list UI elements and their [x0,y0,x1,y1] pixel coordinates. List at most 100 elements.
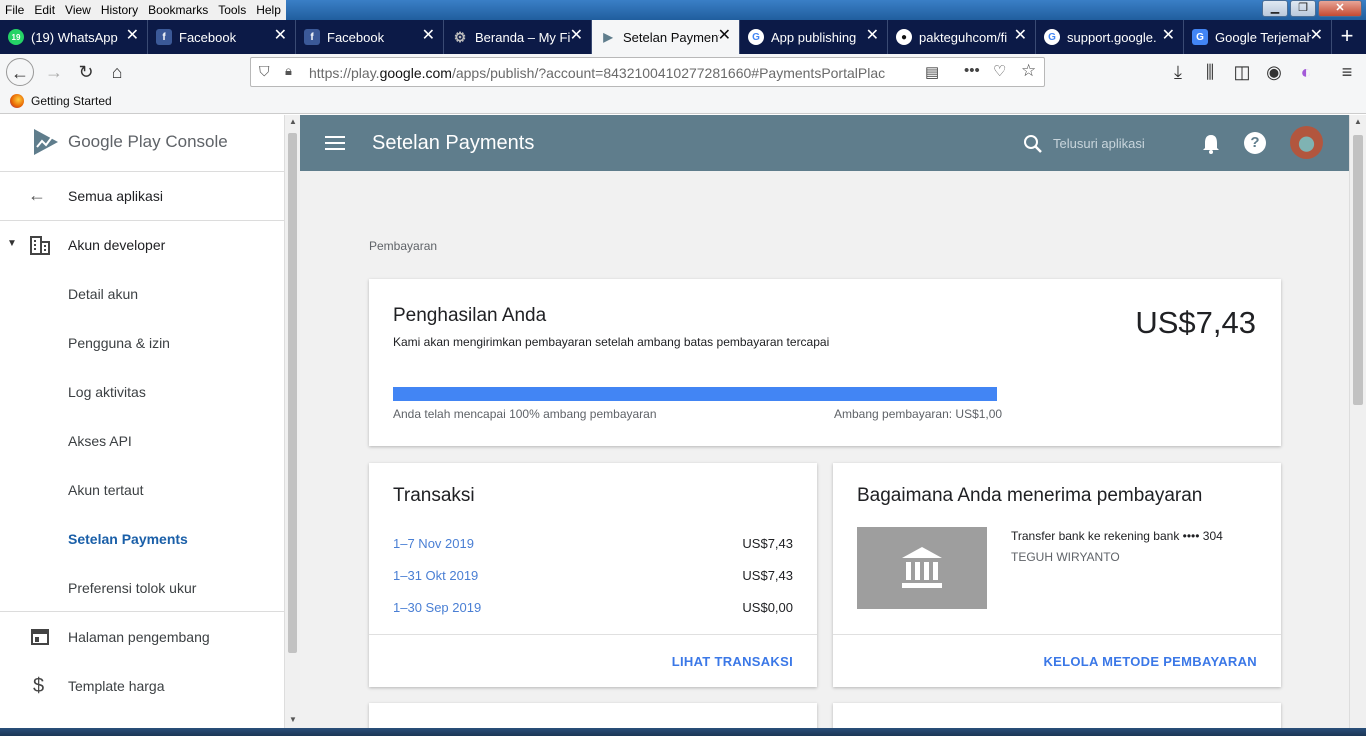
translate-icon: G [1192,29,1208,45]
reload-button[interactable]: ↻ [72,58,100,86]
shield-icon[interactable]: ⛉ [259,63,270,80]
tab-facebook-2[interactable]: f Facebook ✕ [296,20,444,54]
tab-label: Setelan Payment [623,29,719,45]
transaction-period-link[interactable]: 1–31 Okt 2019 [393,568,478,583]
sidebar-item-developer-page[interactable]: Halaman pengembang [68,629,210,645]
tab-label: Beranda – My Fi [475,29,571,45]
scrollbar-thumb[interactable] [288,133,297,653]
transaction-amount: US$7,43 [742,536,793,551]
sidebar-item-developer-account[interactable]: Akun developer [68,237,165,253]
bell-icon[interactable] [1201,133,1221,155]
url-bar[interactable]: ⛉ 🔒︎ https://play.google.com/apps/publis… [250,57,1045,87]
play-console-logo[interactable]: Google Play Console [30,127,228,157]
breadcrumb: Pembayaran [369,239,438,253]
payment-method-card: Bagaimana Anda menerima pembayaran Trans… [833,463,1281,687]
scrollbar-thumb[interactable] [1353,135,1363,405]
sidebar-item-account-details[interactable]: Detail akun [68,286,138,302]
menu-tools[interactable]: Tools [213,0,251,20]
new-tab-button[interactable]: + [1332,20,1362,54]
reader-view-icon[interactable]: ▤ [925,63,939,81]
sidebar: Google Play Console ← Semua aplikasi ▼ A… [0,115,284,728]
scroll-up-icon[interactable]: ▲ [289,117,297,126]
transaction-amount: US$7,43 [742,568,793,583]
close-icon[interactable]: ✕ [1014,28,1027,44]
close-icon[interactable]: ✕ [866,28,879,44]
sidebar-item-all-apps[interactable]: Semua aplikasi [68,188,163,204]
avatar[interactable] [1290,126,1323,159]
tab-github[interactable]: ● pakteguhcom/fi ✕ [888,20,1036,54]
close-icon[interactable]: ✕ [570,28,583,44]
progress-bar [393,387,997,401]
main-scrollbar[interactable]: ▲ [1349,115,1366,728]
payment-method-text: Transfer bank ke rekening bank •••• 304 [1011,529,1223,543]
manage-payment-methods-button[interactable]: KELOLA METODE PEMBAYARAN [1043,654,1257,669]
menu-bookmarks[interactable]: Bookmarks [143,0,213,20]
sidebar-item-linked-accounts[interactable]: Akun tertaut [68,482,144,498]
maximize-icon[interactable]: ❐ [1290,0,1316,17]
menu-history[interactable]: History [96,0,143,20]
arrow-back-icon[interactable]: ← [28,185,46,206]
hamburger-icon[interactable] [325,136,345,150]
menu-view[interactable]: View [60,0,96,20]
sidebar-item-api-access[interactable]: Akses API [68,433,132,449]
close-icon[interactable]: ✕ [422,28,435,44]
tab-whatsapp[interactable]: 19 (19) WhatsApp ✕ [0,20,148,54]
scroll-up-icon[interactable]: ▲ [1354,117,1362,126]
pocket-icon[interactable]: ♡ [993,62,1006,80]
menu-edit[interactable]: Edit [29,0,60,20]
close-icon[interactable]: ✕ [274,28,287,44]
minimize-icon[interactable]: ▁ [1262,0,1288,17]
tab-label: (19) WhatsApp [31,29,118,45]
menu-file[interactable]: File [0,0,29,20]
transaction-period-link[interactable]: 1–7 Nov 2019 [393,536,474,551]
hamburger-menu-icon[interactable]: ≡ [1333,58,1361,86]
close-icon[interactable]: ✕ [1162,28,1175,44]
lock-icon[interactable]: 🔒︎ [285,63,292,79]
tab-beranda[interactable]: ⚙ Beranda – My Fi ✕ [444,20,592,54]
help-icon[interactable]: ? [1244,132,1266,154]
view-transactions-button[interactable]: LIHAT TRANSAKSI [672,654,793,669]
url-text[interactable]: https://play.google.com/apps/publish/?ac… [309,65,909,81]
sidebar-item-pricing-templates[interactable]: Template harga [68,678,165,694]
downloads-icon[interactable]: ⤓ [1164,58,1192,86]
close-icon[interactable]: ✕ [1310,28,1323,44]
account-icon[interactable]: ◉ [1260,58,1288,86]
app-bar: Setelan Payments Telusuri aplikasi ? [300,115,1349,171]
forward-button[interactable]: → [40,58,68,86]
sidebar-scrollbar[interactable]: ▲ ▼ [284,115,300,728]
transaction-period-link[interactable]: 1–30 Sep 2019 [393,600,481,615]
lower-card [369,703,817,728]
menu-help[interactable]: Help [251,0,286,20]
transactions-card: Transaksi 1–7 Nov 2019 US$7,43 1–31 Okt … [369,463,817,687]
caret-down-icon[interactable]: ▼ [7,238,17,249]
sidebar-toggle-icon[interactable]: ◫ [1228,58,1256,86]
library-icon[interactable]: ⫼ [1196,58,1224,86]
whatsapp-icon: 19 [8,29,24,45]
logo-text: Google Play Console [68,132,228,151]
tab-google-translate[interactable]: G Google Terjemah ✕ [1184,20,1332,54]
url-domain: google.com [379,65,452,81]
search-icon[interactable] [1023,134,1043,154]
tab-support-google[interactable]: G support.google. ✕ [1036,20,1184,54]
more-actions-icon[interactable]: ••• [964,62,980,79]
sidebar-item-activity-log[interactable]: Log aktivitas [68,384,146,400]
sidebar-item-users-permissions[interactable]: Pengguna & izin [68,335,170,351]
bank-icon [902,547,942,588]
github-icon: ● [896,29,912,45]
sidebar-item-payments-settings[interactable]: Setelan Payments [68,531,188,547]
search-input[interactable]: Telusuri aplikasi [1053,136,1145,151]
tab-setelan-payments[interactable]: ▶ Setelan Payment ✕ [592,20,740,54]
home-button[interactable]: ⌂ [103,58,131,86]
tab-app-publishing[interactable]: G App publishing ✕ [740,20,888,54]
back-button[interactable]: ← [6,58,34,86]
tab-facebook-1[interactable]: f Facebook ✕ [148,20,296,54]
scroll-down-icon[interactable]: ▼ [289,715,297,724]
google-icon: G [1044,29,1060,45]
extension-icon[interactable]: ◐ [1292,58,1320,86]
close-icon[interactable]: ✕ [126,28,139,44]
close-icon[interactable]: ✕ [718,28,731,44]
close-window-icon[interactable]: ✕ [1318,0,1362,17]
bookmark-getting-started[interactable]: Getting Started [10,94,112,108]
sidebar-item-benchmark-prefs[interactable]: Preferensi tolok ukur [68,580,196,596]
bookmark-star-icon[interactable]: ☆ [1021,61,1036,81]
